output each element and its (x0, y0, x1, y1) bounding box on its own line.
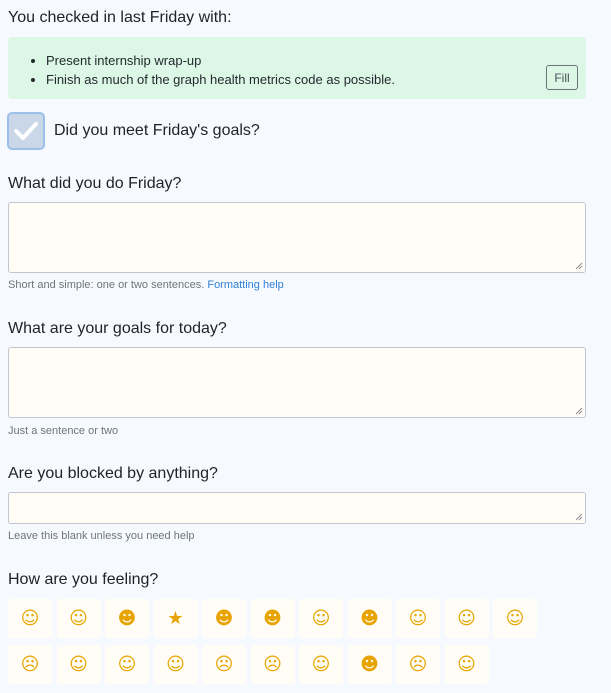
previous-goals-list: Present internship wrap-up Finish as muc… (46, 51, 395, 89)
feeling-question-label: How are you feeling? (8, 571, 159, 588)
hugging-face-icon: ☻ (117, 607, 137, 629)
emoji-option[interactable]: ☺ (56, 599, 101, 638)
checkin-form: You checked in last Friday with: Present… (0, 0, 611, 693)
blocked-textarea[interactable] (8, 492, 586, 524)
previous-goals-box: Present internship wrap-up Finish as muc… (8, 37, 586, 99)
open-mouth-face-icon: ☺ (117, 653, 137, 675)
friday-textarea[interactable] (8, 202, 586, 273)
today-question-label: What are your goals for today? (8, 320, 227, 337)
frowning-face-icon: ☹ (263, 653, 282, 675)
emoji-option[interactable]: ☺ (444, 645, 489, 684)
friday-help-label: Short and simple: one or two sentences. (8, 279, 205, 291)
checkmark-icon (14, 122, 38, 140)
friday-help-text: Short and simple: one or two sentences. … (8, 279, 284, 291)
emoji-option[interactable]: ☻ (347, 645, 392, 684)
angry-face-icon: ☹ (408, 653, 428, 675)
woozy-face-icon: ☺ (457, 653, 476, 675)
emoji-option[interactable]: ☻ (202, 599, 246, 638)
confused-face-icon: ☹ (20, 653, 40, 675)
emoji-option[interactable]: ☹ (250, 645, 295, 684)
emoji-option[interactable]: ☺ (299, 599, 343, 638)
formatting-help-link[interactable]: Formatting help (207, 279, 283, 291)
sunglasses-face-icon: ☻ (263, 607, 282, 629)
relieved-face-icon: ☺ (20, 607, 40, 629)
emoji-option[interactable]: ☺ (493, 599, 537, 638)
blocked-help-text: Leave this blank unless you need help (8, 530, 195, 542)
checkin-title: You checked in last Friday with: (8, 9, 232, 26)
resize-grip-icon[interactable] (575, 407, 583, 415)
fill-button[interactable]: Fill (546, 65, 578, 90)
emoji-option[interactable]: ☻ (105, 599, 149, 638)
emoji-option[interactable]: ★ (153, 599, 198, 638)
goals-met-checkbox[interactable] (7, 112, 45, 150)
goals-met-label[interactable]: Did you meet Friday's goals? (54, 122, 260, 140)
emoji-option[interactable]: ☻ (250, 599, 295, 638)
resize-grip-icon[interactable] (575, 262, 583, 270)
sleeping-face-icon: ☺ (166, 653, 185, 675)
emoji-option[interactable]: ☺ (153, 645, 198, 684)
flushed-face-icon: ☺ (69, 653, 88, 675)
emoji-option[interactable]: ☺ (444, 599, 489, 638)
zany-face-icon: ☻ (360, 607, 379, 629)
friday-question-label: What did you do Friday? (8, 175, 182, 192)
joy-face-icon: ☻ (214, 607, 234, 629)
emoji-option[interactable]: ☺ (299, 645, 343, 684)
previous-goal-item: Present internship wrap-up (46, 51, 395, 70)
slightly-frowning-face-icon: ☹ (214, 653, 234, 675)
emoji-option[interactable]: ☺ (56, 645, 101, 684)
rolling-eyes-face-icon: ☺ (311, 653, 331, 675)
slightly-smiling-face-icon: ☺ (69, 607, 88, 629)
emoji-option[interactable]: ☹ (202, 645, 246, 684)
resize-grip-icon[interactable] (575, 513, 583, 521)
emoji-option[interactable]: ☺ (8, 599, 52, 638)
nerd-face-icon: ☺ (408, 607, 428, 629)
emoji-option[interactable]: ☹ (8, 645, 52, 684)
today-textarea[interactable] (8, 347, 586, 418)
emoji-option[interactable]: ☹ (396, 645, 440, 684)
previous-goal-item: Finish as much of the graph health metri… (46, 70, 395, 89)
neutral-face-icon: ☺ (505, 607, 525, 629)
star-struck-icon: ★ (167, 607, 184, 629)
blocked-question-label: Are you blocked by anything? (8, 465, 218, 482)
today-help-text: Just a sentence or two (8, 425, 119, 437)
emoji-option[interactable]: ☻ (347, 599, 392, 638)
hand-over-mouth-icon: ☺ (457, 607, 476, 629)
monocle-face-icon: ☺ (311, 607, 331, 629)
emoji-option[interactable]: ☺ (396, 599, 440, 638)
exploding-head-icon: ☻ (360, 653, 379, 675)
emoji-option[interactable]: ☺ (105, 645, 149, 684)
